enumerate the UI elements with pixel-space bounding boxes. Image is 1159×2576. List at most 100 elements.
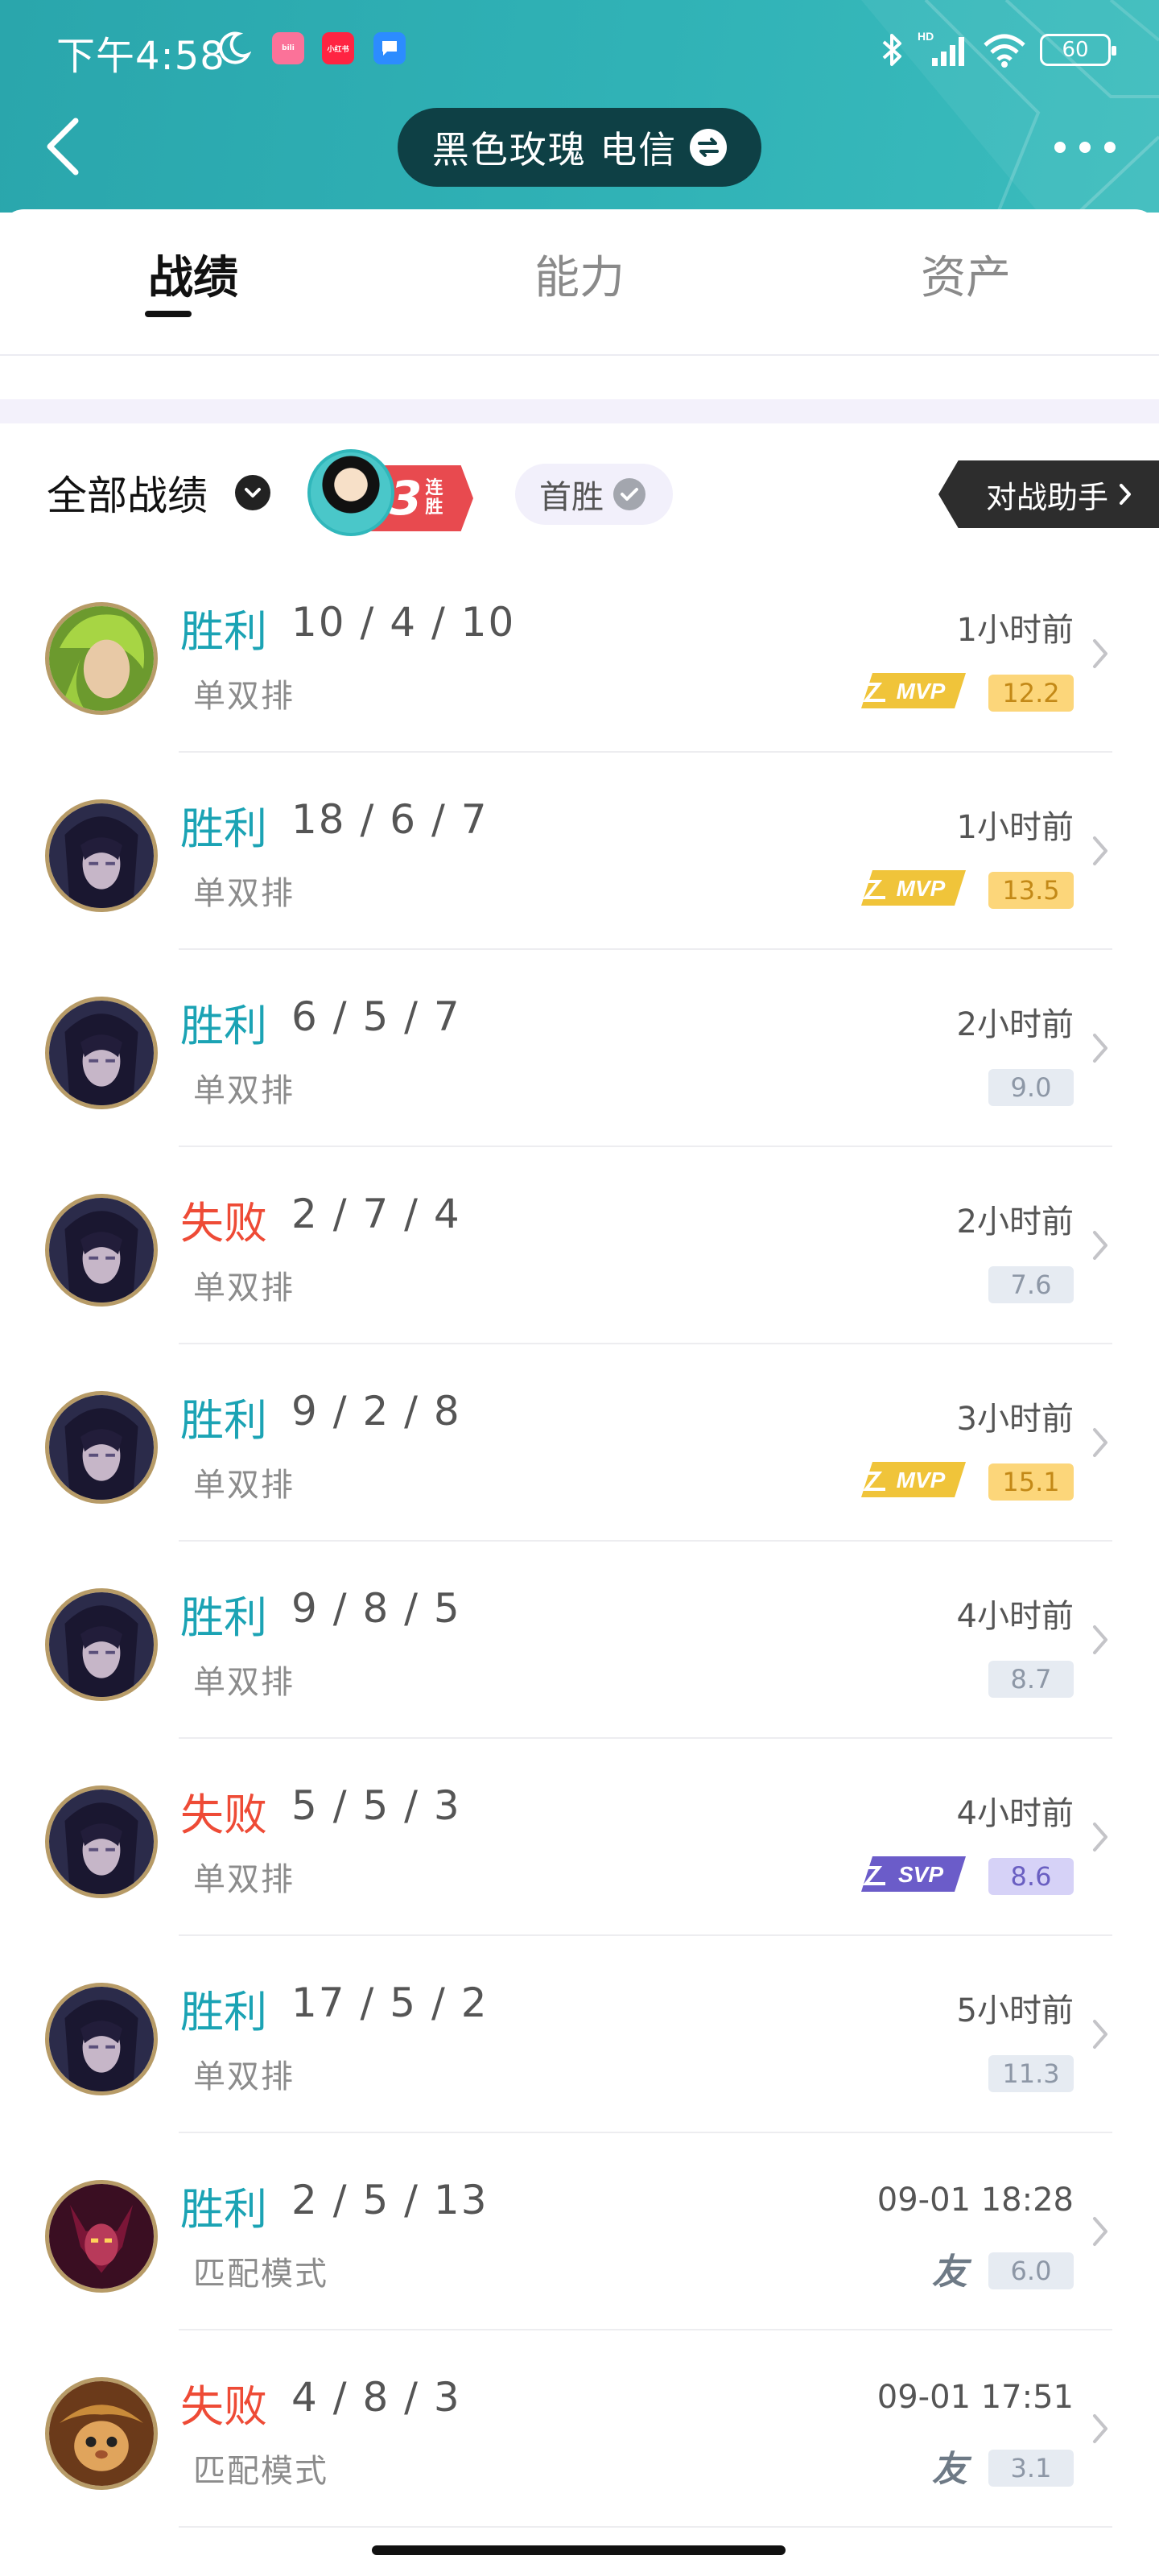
match-mode: 单双排 [193, 2058, 295, 2095]
match-mode: 单双排 [193, 1072, 295, 1109]
match-mode: 单双排 [193, 875, 295, 912]
match-row[interactable]: 胜利 2 / 5 / 13 匹配模式 09-01 18:28 友 6.0 [0, 2133, 1159, 2330]
match-list: 胜利 10 / 4 / 10 单双排 1小时前 MVP 12.2 胜利 18 / 6 / 7 单… [0, 555, 1159, 2528]
battery-indicator: 60 [1040, 34, 1116, 66]
dark-hero-icon [45, 1983, 158, 2095]
first-win-tag: 首胜 [515, 464, 673, 525]
match-result: 失败 [180, 1198, 267, 1249]
tab-bar: 战绩 能力 资产 [0, 209, 1159, 356]
match-kda: 9 / 2 / 8 [291, 1388, 461, 1435]
bilibili-icon: bili [272, 32, 304, 64]
match-kda: 5 / 5 / 3 [291, 1782, 461, 1829]
status-time: 下午4:58 [56, 34, 225, 79]
tab-assets[interactable]: 资产 [845, 242, 1087, 307]
filter-row: 全部战绩 3 连胜 首胜 对战助手 [0, 435, 1159, 547]
match-row[interactable]: 胜利 6 / 5 / 7 单双排 2小时前 9.0 [0, 950, 1159, 1147]
battle-assistant-label: 对战助手 [985, 479, 1108, 515]
home-indicator[interactable] [372, 2545, 786, 2555]
match-result: 失败 [180, 2381, 267, 2432]
match-row[interactable]: 失败 2 / 7 / 4 单双排 2小时前 7.6 [0, 1147, 1159, 1344]
red-demon-icon [45, 2180, 158, 2293]
battle-assistant-button[interactable]: 对战助手 [938, 460, 1159, 528]
match-kda: 9 / 8 / 5 [291, 1585, 461, 1632]
chevron-right-icon [1093, 2020, 1107, 2049]
match-score: 3.1 [988, 2450, 1074, 2487]
match-row[interactable]: 失败 4 / 8 / 3 匹配模式 09-01 17:51 友 3.1 [0, 2330, 1159, 2528]
account-name: 黑色玫瑰 电信 [431, 128, 678, 171]
green-hair-icon [45, 602, 158, 715]
tab-record[interactable]: 战绩 [72, 242, 314, 307]
match-row[interactable]: 胜利 17 / 5 / 2 单双排 5小时前 11.3 [0, 1936, 1159, 2133]
message-icon [373, 32, 406, 64]
badge-text: MVP [897, 876, 946, 901]
streak-number: 3 [390, 471, 423, 526]
chevron-down-icon[interactable] [235, 475, 270, 510]
section-divider [0, 399, 1159, 423]
match-time: 4小时前 [956, 1598, 1074, 1635]
match-row[interactable]: 胜利 18 / 6 / 7 单双排 1小时前 MVP 13.5 [0, 753, 1159, 950]
match-row[interactable]: 胜利 9 / 8 / 5 单双排 4小时前 8.7 [0, 1542, 1159, 1739]
teemo-icon [45, 2377, 158, 2490]
active-tab-indicator [145, 311, 192, 317]
filter-dropdown-label[interactable]: 全部战绩 [47, 464, 208, 522]
mvp-badge-icon: MVP [858, 865, 971, 910]
bluetooth-icon [882, 34, 901, 66]
dark-hero-icon [45, 1785, 158, 1898]
match-result: 胜利 [180, 1001, 267, 1051]
chevron-right-icon [1093, 1034, 1107, 1063]
account-switcher[interactable]: 黑色玫瑰 电信 [398, 108, 761, 187]
match-kda: 6 / 5 / 7 [291, 993, 461, 1040]
tab-ability[interactable]: 能力 [459, 242, 700, 307]
dark-hero-icon [45, 1588, 158, 1701]
match-mode: 匹配模式 [193, 2256, 328, 2293]
match-mode: 单双排 [193, 1861, 295, 1898]
win-streak-badge: 3 连胜 [303, 444, 480, 539]
match-time: 1小时前 [956, 809, 1074, 846]
dark-hero-icon [45, 997, 158, 1109]
hd-label: HD [918, 31, 934, 43]
match-mode: 单双排 [193, 678, 295, 715]
match-score: 6.0 [988, 2252, 1074, 2289]
streak-text: 连胜 [425, 478, 443, 518]
match-score: 7.6 [988, 1266, 1074, 1303]
match-kda: 10 / 4 / 10 [291, 599, 516, 646]
match-mode: 单双排 [193, 1467, 295, 1504]
chevron-right-icon [1120, 484, 1131, 505]
badge-text: MVP [897, 1468, 946, 1492]
streak-avatar [307, 449, 394, 536]
match-time: 2小时前 [956, 1006, 1074, 1043]
match-time: 2小时前 [956, 1203, 1074, 1241]
match-score: 15.1 [988, 1463, 1074, 1501]
xiaohongshu-icon: 小红书 [322, 32, 354, 64]
cellular-signal-icon: HD [918, 31, 964, 66]
match-result: 胜利 [180, 606, 267, 657]
match-kda: 17 / 5 / 2 [291, 1979, 489, 2026]
match-time: 09-01 17:51 [876, 2379, 1074, 2416]
match-row[interactable]: 失败 5 / 5 / 3 单双排 4小时前 SVP 8.6 [0, 1739, 1159, 1936]
chevron-right-icon [1093, 836, 1107, 865]
dark-hero-icon [45, 1391, 158, 1504]
match-result: 胜利 [180, 1592, 267, 1643]
chevron-right-icon [1093, 1428, 1107, 1457]
status-bar: 下午4:58 bili 小红书 HD 60 [0, 0, 1159, 100]
chevron-right-icon [1093, 1231, 1107, 1260]
match-result: 胜利 [180, 803, 267, 854]
more-options-button[interactable] [1054, 135, 1116, 159]
friend-badge-icon: 友 [932, 2449, 967, 2490]
chevron-right-icon [1093, 639, 1107, 668]
more-dot-icon [1054, 142, 1066, 153]
first-win-label: 首胜 [539, 479, 604, 516]
match-result: 胜利 [180, 1987, 267, 2037]
match-score: 12.2 [988, 675, 1074, 712]
dark-hero-icon [45, 1194, 158, 1307]
back-button[interactable] [42, 113, 90, 180]
match-time: 09-01 18:28 [876, 2182, 1074, 2219]
match-row[interactable]: 胜利 9 / 2 / 8 单双排 3小时前 MVP 15.1 [0, 1344, 1159, 1542]
chevron-left-icon [47, 118, 79, 175]
match-result: 胜利 [180, 2184, 267, 2235]
swap-icon [690, 129, 728, 166]
match-score: 9.0 [988, 1069, 1074, 1106]
match-row[interactable]: 胜利 10 / 4 / 10 单双排 1小时前 MVP 12.2 [0, 555, 1159, 753]
match-time: 5小时前 [956, 1992, 1074, 2029]
more-dot-icon [1104, 142, 1116, 153]
